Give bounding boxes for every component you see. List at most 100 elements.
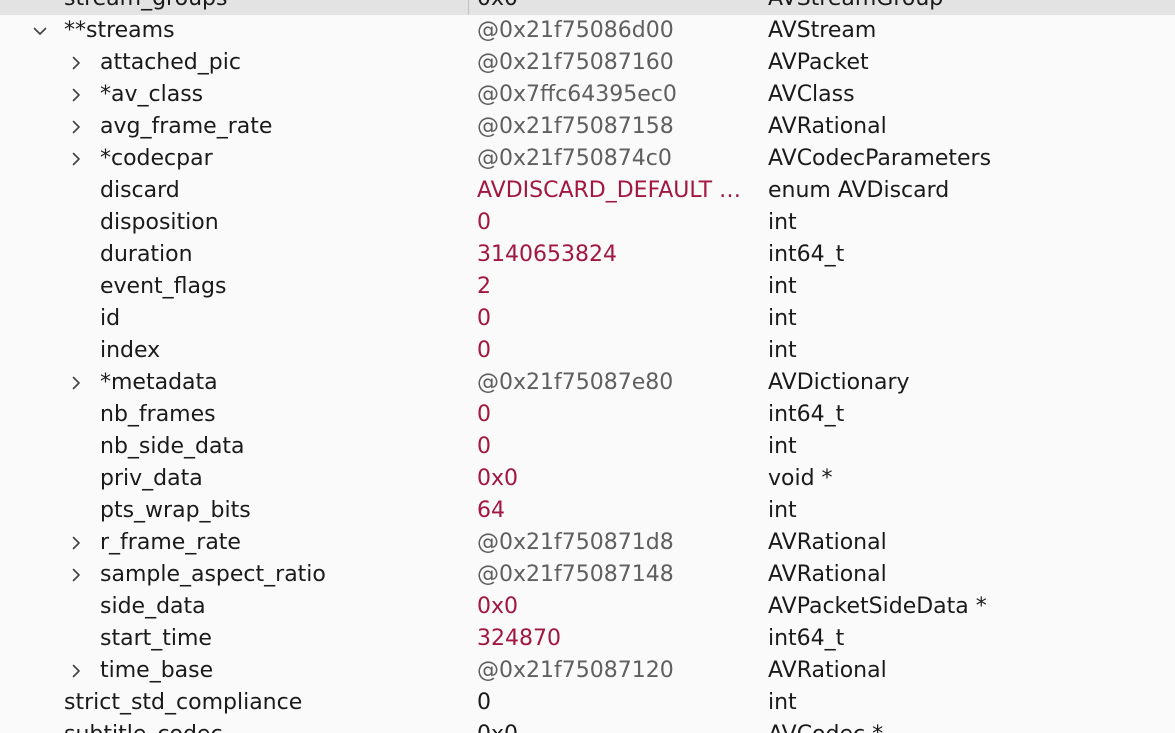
tree-row[interactable]: id 0 int bbox=[0, 303, 1175, 335]
variable-value[interactable]: AVDISCARD_DEFAULT … bbox=[477, 175, 757, 207]
variable-type: AVClass bbox=[768, 82, 855, 107]
variable-name: nb_side_data bbox=[100, 434, 245, 459]
tree-row[interactable]: sample_aspect_ratio @0x21f75087148 AVRatio… bbox=[0, 559, 1175, 591]
variable-value[interactable]: 64 bbox=[477, 495, 757, 527]
variable-value[interactable]: @0x21f750871d8 bbox=[477, 527, 757, 559]
variable-type: AVRational bbox=[768, 562, 887, 587]
variable-name: index bbox=[100, 338, 161, 363]
tree-row[interactable]: *codecpar @0x21f750874c0 AVCodecParameters bbox=[0, 143, 1175, 175]
variable-type: AVRational bbox=[768, 114, 887, 139]
variable-type: AVCodecParameters bbox=[768, 146, 992, 171]
name-cell: priv_data bbox=[0, 463, 468, 495]
variable-name: duration bbox=[100, 242, 193, 267]
variable-name: *av_class bbox=[100, 82, 204, 107]
variable-value[interactable]: 0 bbox=[477, 303, 757, 335]
variable-name: *codecpar bbox=[100, 146, 213, 171]
variable-value[interactable]: 0 bbox=[477, 335, 757, 367]
tree-row[interactable]: r_frame_rate @0x21f750871d8 AVRational bbox=[0, 527, 1175, 559]
chevron-right-icon[interactable] bbox=[66, 527, 86, 559]
chevron-down-icon[interactable] bbox=[30, 15, 50, 47]
chevron-right-icon[interactable] bbox=[66, 79, 86, 111]
variable-value[interactable]: 0x0 bbox=[477, 719, 757, 733]
variable-type: int bbox=[768, 274, 797, 299]
variable-value[interactable]: 0x0 bbox=[477, 0, 757, 15]
tree-row[interactable]: nb_frames 0 int64_t bbox=[0, 399, 1175, 431]
name-cell: stream_groups bbox=[0, 0, 469, 15]
name-cell: id bbox=[0, 303, 468, 335]
tree-row[interactable]: priv_data 0x0 void * bbox=[0, 463, 1175, 495]
name-cell: *av_class bbox=[0, 79, 468, 111]
variable-name: priv_data bbox=[100, 466, 203, 491]
name-cell: side_data bbox=[0, 591, 468, 623]
chevron-right-icon[interactable] bbox=[66, 559, 86, 591]
variable-value[interactable]: @0x21f75087e80 bbox=[477, 367, 757, 399]
tree-row[interactable]: start_time 324870 int64_t bbox=[0, 623, 1175, 655]
tree-row[interactable]: subtitle_codec 0x0 AVCodec * bbox=[0, 719, 1175, 733]
variable-value[interactable]: 0x0 bbox=[477, 591, 757, 623]
tree-row[interactable]: *av_class @0x7ffc64395ec0 AVClass bbox=[0, 79, 1175, 111]
variable-name: subtitle_codec bbox=[64, 719, 223, 733]
variable-type: AVRational bbox=[768, 658, 887, 683]
chevron-right-icon[interactable] bbox=[66, 655, 86, 687]
variable-name: pts_wrap_bits bbox=[100, 498, 251, 523]
name-cell: pts_wrap_bits bbox=[0, 495, 468, 527]
chevron-right-icon[interactable] bbox=[66, 143, 86, 175]
variable-name: nb_frames bbox=[100, 402, 216, 427]
variable-name: **streams bbox=[64, 18, 175, 43]
variable-value[interactable]: @0x21f75087160 bbox=[477, 47, 757, 79]
tree-row[interactable]: **streams @0x21f75086d00 AVStream bbox=[0, 15, 1175, 47]
tree-row[interactable]: disposition 0 int bbox=[0, 207, 1175, 239]
tree-row[interactable]: attached_pic @0x21f75087160 AVPacket bbox=[0, 47, 1175, 79]
variables-tree[interactable]: stream_groups 0x0 AVStreamGroup **streams @0… bbox=[0, 0, 1175, 733]
name-cell: *codecpar bbox=[0, 143, 468, 175]
variable-value[interactable]: @0x21f75087120 bbox=[477, 655, 757, 687]
tree-row[interactable]: *metadata @0x21f75087e80 AVDictionary bbox=[0, 367, 1175, 399]
variable-value[interactable]: 0x0 bbox=[477, 463, 757, 495]
variable-value[interactable]: @0x21f75087158 bbox=[477, 111, 757, 143]
variable-value[interactable]: 0 bbox=[477, 399, 757, 431]
variable-name: r_frame_rate bbox=[100, 530, 241, 555]
tree-row[interactable]: side_data 0x0 AVPacketSideData * bbox=[0, 591, 1175, 623]
variable-type: int bbox=[768, 210, 797, 235]
tree-row[interactable]: discard AVDISCARD_DEFAULT … enum AVDiscard bbox=[0, 175, 1175, 207]
chevron-right-icon[interactable] bbox=[66, 111, 86, 143]
variable-value[interactable]: @0x21f750874c0 bbox=[477, 143, 757, 175]
chevron-right-icon[interactable] bbox=[66, 367, 86, 399]
chevron-right-icon[interactable] bbox=[66, 47, 86, 79]
variable-value[interactable]: 2 bbox=[477, 271, 757, 303]
variable-name: time_base bbox=[100, 658, 214, 683]
tree-row[interactable]: duration 3140653824 int64_t bbox=[0, 239, 1175, 271]
variable-name: disposition bbox=[100, 210, 219, 235]
tree-row[interactable]: pts_wrap_bits 64 int bbox=[0, 495, 1175, 527]
variable-value[interactable]: 0 bbox=[477, 431, 757, 463]
name-cell: start_time bbox=[0, 623, 468, 655]
variable-name: discard bbox=[100, 178, 180, 203]
name-cell: attached_pic bbox=[0, 47, 468, 79]
tree-row[interactable]: strict_std_compliance 0 int bbox=[0, 687, 1175, 719]
variable-type: AVRational bbox=[768, 530, 887, 555]
tree-row[interactable]: avg_frame_rate @0x21f75087158 AVRational bbox=[0, 111, 1175, 143]
variable-name: *metadata bbox=[100, 370, 218, 395]
variable-type: void * bbox=[768, 466, 833, 491]
variable-value[interactable]: @0x21f75087148 bbox=[477, 559, 757, 591]
variable-type: int64_t bbox=[768, 626, 845, 651]
variable-value[interactable]: 0 bbox=[477, 687, 757, 719]
tree-row[interactable]: nb_side_data 0 int bbox=[0, 431, 1175, 463]
tree-row[interactable]: index 0 int bbox=[0, 335, 1175, 367]
variable-name: id bbox=[100, 306, 121, 331]
name-cell: disposition bbox=[0, 207, 468, 239]
variable-value[interactable]: 3140653824 bbox=[477, 239, 757, 271]
variable-name: sample_aspect_ratio bbox=[100, 562, 326, 587]
name-cell: duration bbox=[0, 239, 468, 271]
variable-value[interactable]: @0x7ffc64395ec0 bbox=[477, 79, 757, 111]
variable-name: stream_groups bbox=[64, 0, 227, 15]
variable-value[interactable]: @0x21f75086d00 bbox=[477, 15, 757, 47]
variable-value[interactable]: 0 bbox=[477, 207, 757, 239]
variable-type: int bbox=[768, 306, 797, 331]
variable-value[interactable]: 324870 bbox=[477, 623, 757, 655]
tree-row[interactable]: time_base @0x21f75087120 AVRational bbox=[0, 655, 1175, 687]
tree-row[interactable]: stream_groups 0x0 AVStreamGroup bbox=[0, 0, 1175, 15]
name-cell: discard bbox=[0, 175, 468, 207]
tree-row[interactable]: event_flags 2 int bbox=[0, 271, 1175, 303]
name-cell: strict_std_compliance bbox=[0, 687, 468, 719]
